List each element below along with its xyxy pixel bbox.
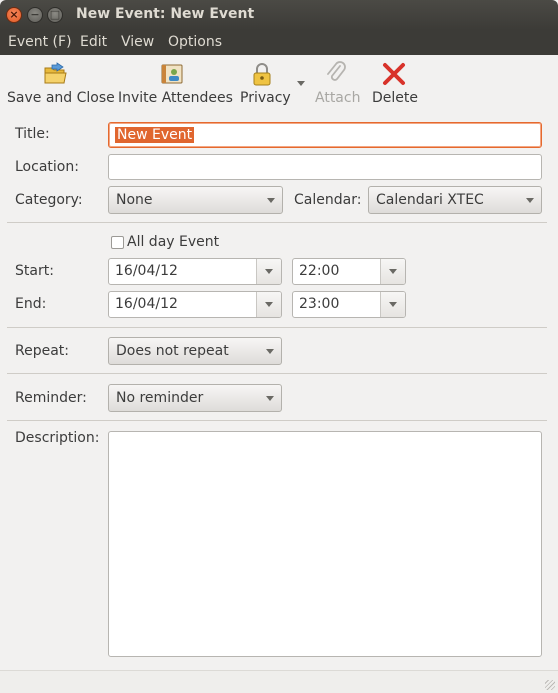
end-time-dropdown-button[interactable] xyxy=(380,292,405,317)
end-time-value: 23:00 xyxy=(299,296,340,312)
title-input-value: New Event xyxy=(115,127,195,143)
start-date-value: 16/04/12 xyxy=(115,263,178,279)
save-and-close-button[interactable]: Save and Close xyxy=(4,59,115,107)
privacy-button[interactable]: Privacy xyxy=(237,59,295,107)
end-date-dropdown-button[interactable] xyxy=(256,292,281,317)
toolbar: Save and Close Invite Attendees Privacy … xyxy=(0,55,558,111)
separator xyxy=(7,373,547,374)
invite-attendees-button[interactable]: Invite Attendees xyxy=(116,59,233,107)
delete-label: Delete xyxy=(372,90,418,106)
start-time-dropdown-button[interactable] xyxy=(380,259,405,284)
window-titlebar[interactable]: × − □ New Event: New Event xyxy=(0,0,558,30)
reminder-dropdown[interactable]: No reminder xyxy=(108,384,282,412)
location-label: Location: xyxy=(15,159,79,175)
calendar-label: Calendar: xyxy=(294,192,362,208)
lock-icon xyxy=(253,63,271,86)
chevron-down-icon xyxy=(389,269,397,274)
address-book-icon xyxy=(161,64,183,84)
status-bar xyxy=(0,670,558,693)
end-date-value: 16/04/12 xyxy=(115,296,178,312)
start-time-field[interactable]: 22:00 xyxy=(292,258,406,285)
separator xyxy=(7,327,547,328)
description-textarea[interactable] xyxy=(108,431,542,657)
category-label: Category: xyxy=(15,192,83,208)
reminder-value: No reminder xyxy=(116,390,204,406)
start-time-value: 22:00 xyxy=(299,263,340,279)
end-time-field[interactable]: 23:00 xyxy=(292,291,406,318)
chevron-down-icon xyxy=(265,302,273,307)
window-title: New Event: New Event xyxy=(76,6,255,22)
calendar-dropdown[interactable]: Calendari XTEC xyxy=(368,186,542,214)
maximize-icon: □ xyxy=(49,8,61,21)
separator xyxy=(7,420,547,421)
location-input[interactable] xyxy=(108,154,542,180)
resize-grip-icon[interactable] xyxy=(545,680,555,690)
chevron-down-icon xyxy=(389,302,397,307)
allday-checkbox[interactable] xyxy=(111,236,124,249)
delete-x-icon xyxy=(383,63,405,85)
end-date-field[interactable]: 16/04/12 xyxy=(108,291,282,318)
reminder-label: Reminder: xyxy=(15,390,87,406)
save-folder-icon xyxy=(44,62,67,84)
category-value: None xyxy=(116,192,153,208)
attach-label: Attach xyxy=(315,90,361,106)
privacy-dropdown-arrow-icon[interactable] xyxy=(297,81,305,86)
title-input[interactable]: New Event xyxy=(108,122,542,148)
delete-button[interactable]: Delete xyxy=(370,59,420,107)
title-label: Title: xyxy=(15,126,50,142)
menu-bar: Event (F) Edit View Options xyxy=(0,30,558,55)
menu-view[interactable]: View xyxy=(121,34,154,50)
end-label: End: xyxy=(15,296,47,312)
menu-options[interactable]: Options xyxy=(168,34,222,50)
start-label: Start: xyxy=(15,263,54,279)
description-label: Description: xyxy=(15,430,100,446)
close-icon: × xyxy=(9,8,19,21)
chevron-down-icon xyxy=(266,349,274,354)
allday-label[interactable]: All day Event xyxy=(127,234,219,250)
window-maximize-button[interactable]: □ xyxy=(47,7,63,23)
chevron-down-icon xyxy=(266,396,274,401)
separator xyxy=(7,222,547,223)
menu-edit[interactable]: Edit xyxy=(80,34,107,50)
chevron-down-icon xyxy=(265,269,273,274)
save-and-close-label: Save and Close xyxy=(7,90,115,106)
calendar-value: Calendari XTEC xyxy=(376,192,484,208)
privacy-label: Privacy xyxy=(240,90,291,106)
start-date-dropdown-button[interactable] xyxy=(256,259,281,284)
repeat-label: Repeat: xyxy=(15,343,69,359)
chevron-down-icon xyxy=(526,198,534,203)
window-minimize-button[interactable]: − xyxy=(27,7,43,23)
invite-attendees-label: Invite Attendees xyxy=(118,90,233,106)
start-date-field[interactable]: 16/04/12 xyxy=(108,258,282,285)
category-dropdown[interactable]: None xyxy=(108,186,283,214)
repeat-value: Does not repeat xyxy=(116,343,229,359)
repeat-dropdown[interactable]: Does not repeat xyxy=(108,337,282,365)
chevron-down-icon xyxy=(267,198,275,203)
paperclip-icon xyxy=(327,61,346,81)
attach-button[interactable]: Attach xyxy=(312,59,364,107)
menu-event[interactable]: Event (F) xyxy=(8,34,72,50)
window-close-button[interactable]: × xyxy=(6,7,22,23)
minimize-icon: − xyxy=(30,8,40,21)
